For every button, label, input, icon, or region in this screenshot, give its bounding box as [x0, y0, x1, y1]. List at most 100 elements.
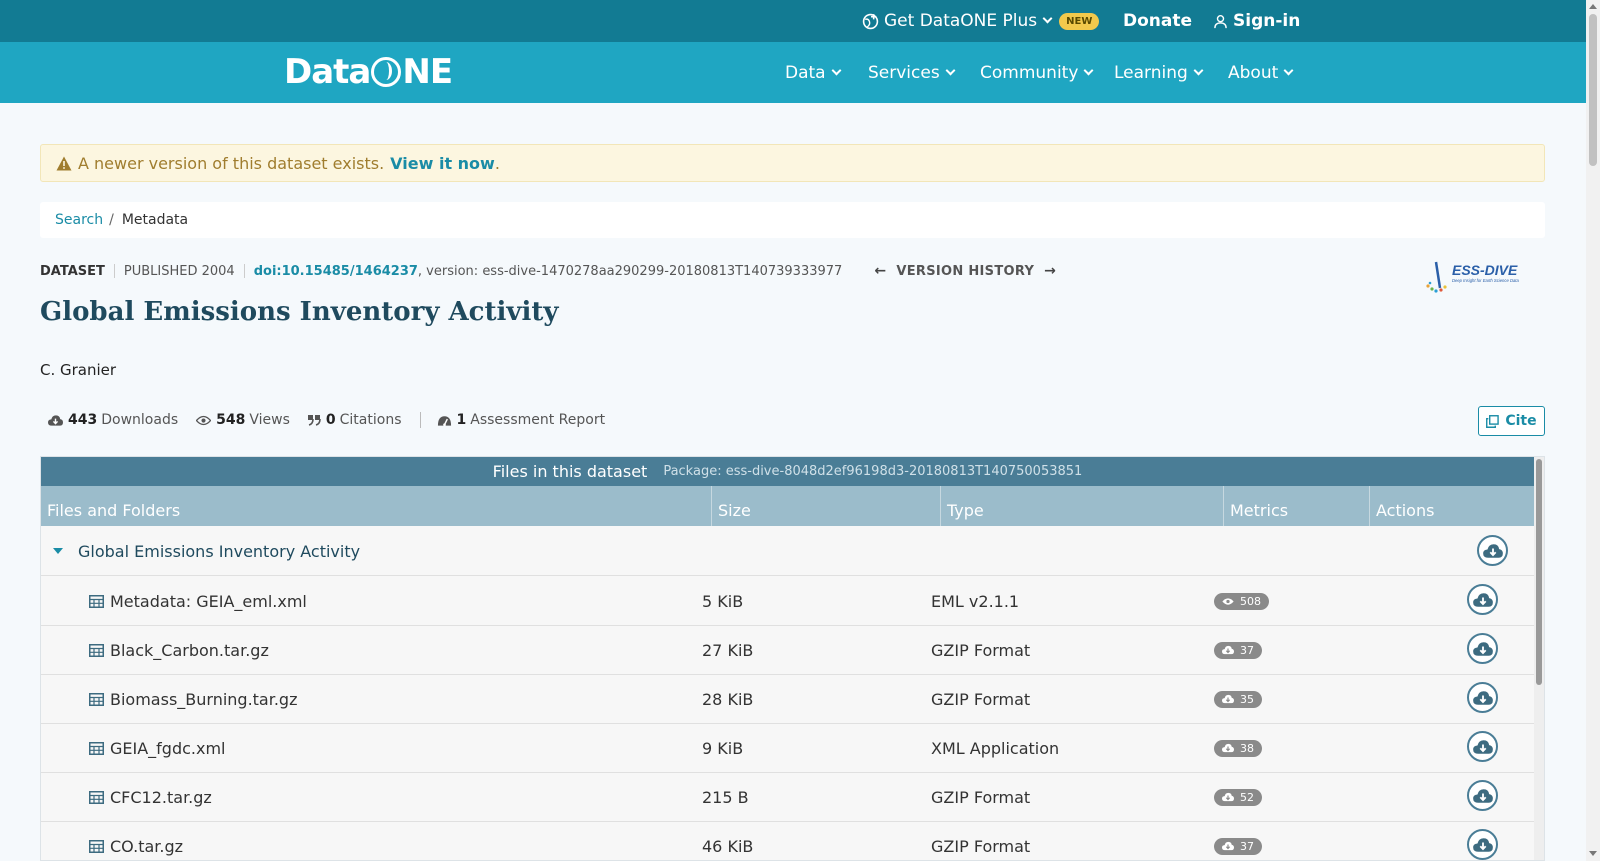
- nav-item-label: Data: [785, 62, 826, 83]
- cite-button[interactable]: Cite: [1478, 406, 1545, 436]
- copy-icon: [1486, 414, 1500, 428]
- get-dataone-plus-menu[interactable]: Get DataONE Plus NEW: [862, 0, 1100, 42]
- version-history: ← VERSION HISTORY →: [864, 263, 1066, 279]
- sign-in-link[interactable]: Sign-in: [1213, 0, 1300, 42]
- dataone-logo[interactable]: Data NE: [284, 52, 453, 92]
- view-it-now-link[interactable]: View it now: [390, 154, 495, 173]
- user-icon: [1214, 14, 1227, 28]
- file-metric-cell: 508: [1214, 576, 1269, 626]
- file-row[interactable]: Black_Carbon.tar.gz 27 KiB GZIP Format 37: [41, 625, 1534, 675]
- files-table: Files in this dataset Package: ess-dive-…: [40, 456, 1545, 861]
- sign-in-label: Sign-in: [1233, 11, 1301, 31]
- breadcrumb-search-link[interactable]: Search: [55, 212, 103, 228]
- file-type: XML Application: [931, 738, 1060, 758]
- scroll-down-arrow-icon[interactable]: [1589, 851, 1597, 856]
- ess-dive-logo-tagline: Deep Insight for Earth Science Data: [1452, 278, 1519, 283]
- dataset-type: DATASET: [40, 263, 105, 279]
- files-table-scrollbar[interactable]: [1534, 457, 1544, 860]
- file-size: 46 KiB: [702, 836, 754, 856]
- page-scrollbar[interactable]: [1586, 0, 1600, 861]
- file-name-cell[interactable]: Black_Carbon.tar.gz: [89, 625, 269, 675]
- column-header-type[interactable]: Type: [941, 486, 1224, 526]
- breadcrumb-current: Metadata: [121, 212, 189, 228]
- download-button[interactable]: [1467, 682, 1498, 713]
- table-icon: [89, 692, 104, 706]
- file-metric-cell: 38: [1214, 723, 1262, 773]
- folder-toggle[interactable]: Global Emissions Inventory Activity: [53, 526, 360, 576]
- file-name-cell[interactable]: Biomass_Burning.tar.gz: [89, 674, 297, 724]
- scrollbar-thumb[interactable]: [1536, 459, 1542, 685]
- views-label: Views: [249, 412, 290, 428]
- column-header-actions: Actions: [1376, 501, 1435, 520]
- nav-item-data[interactable]: Data: [785, 62, 842, 83]
- nav-item-services[interactable]: Services: [868, 63, 956, 83]
- metric-count: 37: [1240, 643, 1254, 657]
- caret-down-icon[interactable]: [53, 548, 63, 554]
- arrow-right-icon[interactable]: →: [1044, 263, 1056, 279]
- table-icon: [89, 839, 104, 853]
- top-utility-bar: Get DataONE Plus NEW Donate Sign-in: [0, 0, 1586, 42]
- download-button[interactable]: [1467, 731, 1498, 762]
- file-type: GZIP Format: [931, 787, 1031, 807]
- downloads-label: Downloads: [101, 412, 179, 428]
- file-name-cell[interactable]: CFC12.tar.gz: [89, 772, 212, 822]
- files-table-title-bar: Files in this dataset Package: ess-dive-…: [41, 457, 1534, 486]
- package-id: Package: ess-dive-8048d2ef96198d3-201808…: [663, 464, 1083, 479]
- file-size: 28 KiB: [702, 689, 754, 709]
- quote-icon: [307, 414, 321, 426]
- cloud-download-icon: [48, 414, 63, 426]
- published-year: PUBLISHED 2004: [123, 263, 235, 279]
- metric-badge: 38: [1214, 739, 1262, 757]
- ess-dive-logo-text: ESS-DIVE: [1452, 262, 1518, 278]
- downloads-metric[interactable]: 443 Downloads: [48, 412, 178, 428]
- download-button[interactable]: [1467, 829, 1498, 860]
- views-metric[interactable]: 548 Views: [196, 412, 290, 428]
- ess-dive-logo[interactable]: ESS-DIVE Deep Insight for Earth Science …: [1422, 256, 1542, 296]
- metric-badge: 37: [1214, 837, 1262, 855]
- metric-count: 508: [1240, 594, 1261, 608]
- cloud-download-icon: [1472, 592, 1493, 607]
- downloads-count: 443: [68, 412, 98, 428]
- file-row[interactable]: Biomass_Burning.tar.gz 28 KiB GZIP Format 3…: [41, 674, 1534, 724]
- scroll-up-arrow-icon[interactable]: [1589, 4, 1597, 9]
- warning-icon: [56, 156, 72, 170]
- nav-item-learning[interactable]: Learning: [1114, 63, 1204, 83]
- file-name-cell[interactable]: GEIA_fgdc.xml: [89, 723, 226, 773]
- chevron-down-icon: [1283, 65, 1294, 75]
- version-history-label: VERSION HISTORY: [896, 263, 1035, 279]
- file-name: Metadata: GEIA_eml.xml: [110, 591, 307, 611]
- metric-badge: 52: [1214, 788, 1262, 806]
- column-header-size[interactable]: Size: [712, 486, 941, 526]
- assessment-report-metric[interactable]: 1 Assessment Report: [437, 412, 605, 428]
- logo-text-ne: NE: [402, 52, 453, 92]
- arrow-left-icon[interactable]: ←: [874, 263, 886, 279]
- dataset-author[interactable]: C. Granier: [40, 361, 116, 379]
- file-row[interactable]: CO.tar.gz 46 KiB GZIP Format 37: [41, 821, 1534, 860]
- nav-item-label: Community: [980, 62, 1079, 83]
- citations-metric[interactable]: 0 Citations: [307, 412, 402, 428]
- download-button[interactable]: [1467, 780, 1498, 811]
- file-name-cell[interactable]: Metadata: GEIA_eml.xml: [89, 576, 307, 626]
- file-name-cell[interactable]: CO.tar.gz: [89, 821, 183, 860]
- logo-globe-icon: [371, 57, 402, 87]
- chevron-down-icon: [831, 65, 842, 75]
- nav-item-about[interactable]: About: [1228, 63, 1294, 83]
- table-icon: [89, 741, 104, 755]
- folder-row[interactable]: Global Emissions Inventory Activity: [41, 526, 1534, 576]
- download-button[interactable]: [1467, 633, 1498, 664]
- file-row[interactable]: CFC12.tar.gz 215 B GZIP Format 52: [41, 772, 1534, 822]
- download-button[interactable]: [1477, 535, 1508, 566]
- donate-link[interactable]: Donate: [1123, 0, 1192, 42]
- column-header-files[interactable]: Files and Folders: [41, 486, 712, 526]
- main-navbar: Data NE Data Services Community Learning…: [0, 42, 1586, 103]
- scrollbar-thumb[interactable]: [1589, 14, 1597, 166]
- doi-link[interactable]: doi:10.15485/1464237: [254, 264, 418, 279]
- file-row[interactable]: Metadata: GEIA_eml.xml 5 KiB EML v2.1.1 508: [41, 576, 1534, 626]
- file-row[interactable]: GEIA_fgdc.xml 9 KiB XML Application 38: [41, 723, 1534, 773]
- file-size: 9 KiB: [702, 738, 744, 758]
- nav-item-community[interactable]: Community: [980, 62, 1094, 83]
- download-button[interactable]: [1467, 584, 1498, 615]
- table-icon: [89, 594, 104, 608]
- file-size: 215 B: [702, 787, 749, 807]
- eye-icon: [196, 415, 212, 425]
